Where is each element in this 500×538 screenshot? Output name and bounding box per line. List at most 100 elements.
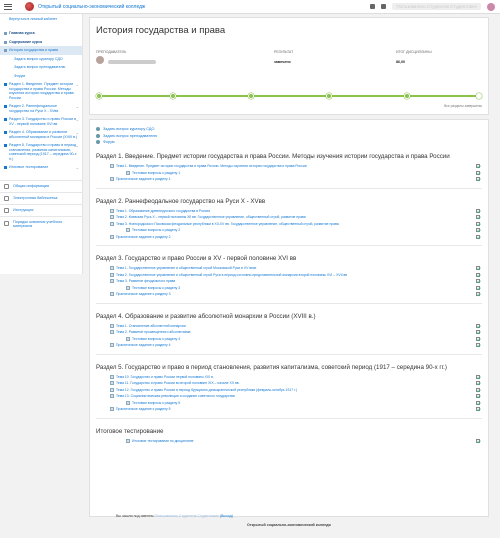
activity-link[interactable]: Тема 1. Образование древнерусского госуд…	[116, 209, 210, 213]
completion-checkbox[interactable]	[476, 215, 480, 220]
completion-checkbox[interactable]	[476, 438, 480, 443]
activity-link[interactable]: Тема 1. Введение. Предмет истории госуда…	[116, 164, 307, 168]
activity-link[interactable]: Тема 2. Развитие просвещенного абсолютиз…	[116, 330, 190, 334]
activity-link[interactable]: Практическое задание к разделу 1	[116, 177, 171, 181]
chevron-down-icon[interactable]: ⌄	[76, 117, 79, 122]
sidebar-item[interactable]: Раздел 1. Введение. Предмет истории госу…	[0, 80, 82, 102]
chevron-down-icon[interactable]: ⌄	[76, 82, 79, 87]
completion-checkbox[interactable]	[476, 170, 480, 175]
activity-link[interactable]: Тема 3. Новгородская и Псковская феодаль…	[116, 222, 339, 226]
activity-link[interactable]: Тестовые вопросы к разделу 5	[132, 401, 180, 405]
progress-node[interactable]	[476, 93, 482, 99]
sidebar-item[interactable]: Раздел 4. Образование и развитие абсолют…	[0, 128, 82, 141]
avatar[interactable]	[487, 2, 495, 11]
sidebar-item[interactable]: Задать вопрос куратору СДО	[0, 55, 82, 63]
chevron-down-icon[interactable]: ⌄	[76, 165, 79, 170]
activity-row[interactable]: Практическое задание к разделу 1	[96, 176, 482, 183]
activity-link[interactable]: Тема 3. Развитие феодального права	[116, 279, 175, 283]
activity-row[interactable]: Практическое задание к разделу 4	[96, 342, 482, 349]
sidebar-item[interactable]: Раздел 3. Государство и право России в X…	[0, 115, 82, 128]
section-bullet-icon	[4, 166, 7, 170]
sidebar-item[interactable]: Задать вопрос преподавателю	[0, 63, 82, 71]
activity-row[interactable]: Итоговое тестирование по дисциплине	[96, 438, 482, 445]
activity-row[interactable]: Практическое задание к разделу 5	[96, 406, 482, 413]
completion-checkbox[interactable]	[476, 394, 480, 399]
activity-link[interactable]: Практическое задание к разделу 2	[116, 235, 171, 239]
progress-node[interactable]	[404, 93, 410, 99]
quick-link[interactable]: Задать вопрос куратору СДО	[96, 127, 482, 131]
sidebar-item[interactable]: Форум	[0, 72, 82, 80]
activity-link[interactable]: Тема 1. Государственное управление и общ…	[116, 266, 256, 270]
activity-link[interactable]: Тема 2. Государственное управление и общ…	[116, 273, 347, 277]
chevron-down-icon[interactable]: ⌄	[76, 130, 79, 135]
sidebar-link[interactable]: Порядок освоения учебного материала	[0, 215, 82, 231]
activity-link[interactable]: Итоговое тестирование по дисциплине	[132, 439, 193, 443]
sidebar-item-label: Содержание курса	[9, 39, 43, 44]
sidebar-link[interactable]: Инструкция	[0, 203, 82, 216]
progress-node[interactable]	[248, 93, 254, 99]
messages-icon[interactable]	[381, 4, 387, 9]
progress-node[interactable]	[326, 93, 332, 99]
sidebar-item-label: История государства и права	[9, 48, 58, 53]
activity-link[interactable]: Тема 13. Социалистическая революция и со…	[116, 394, 235, 398]
activity-link[interactable]: Тестовые вопросы к разделу 4	[132, 337, 180, 341]
activity-link[interactable]: Тестовые вопросы к разделу 2	[132, 228, 180, 232]
sidebar-item[interactable]: Итоговое тестирование ⌄	[0, 163, 82, 171]
completion-checkbox[interactable]	[476, 164, 480, 169]
activity-row[interactable]: Практическое задание к разделу 2	[96, 234, 482, 241]
activity-link[interactable]: Практическое задание к разделу 5	[116, 407, 171, 411]
sidebar-item[interactable]: Главная курса	[0, 29, 82, 37]
chevron-down-icon[interactable]: ⌄	[76, 104, 79, 109]
back-link[interactable]: Вернуться в личный кабинет	[0, 14, 82, 23]
sidebar-link[interactable]: Общая информация	[0, 179, 82, 192]
info-icon	[4, 183, 9, 189]
college-logo[interactable]	[25, 2, 34, 11]
sidebar-item[interactable]: Раздел 2. Раннефеодальное государство на…	[0, 102, 82, 115]
completion-checkbox[interactable]	[476, 343, 480, 348]
progress-node[interactable]	[96, 93, 102, 99]
logout-link[interactable]: (Выход)	[220, 514, 233, 518]
notifications-icon[interactable]	[370, 4, 376, 9]
sidebar-item[interactable]: История государства и права	[0, 46, 82, 55]
activity-link[interactable]: Тема 12. Государство и право России в пе…	[116, 388, 297, 392]
completion-checkbox[interactable]	[476, 400, 480, 405]
brand-name[interactable]: Открытый социально-экономический колледж	[38, 4, 145, 10]
activity-link[interactable]: Тема 10. Государство и право России перв…	[116, 375, 214, 379]
completion-checkbox[interactable]	[476, 221, 480, 226]
activity-row[interactable]: Практическое задание к разделу 3	[96, 291, 482, 298]
menu-icon[interactable]	[4, 3, 12, 10]
completion-checkbox[interactable]	[476, 387, 480, 392]
completion-checkbox[interactable]	[476, 266, 480, 271]
logged-in-user[interactable]: Пользователь Студентов Студентович	[155, 514, 219, 518]
user-menu-name[interactable]: Пользователь Студентов Студентович	[392, 3, 481, 10]
completion-checkbox[interactable]	[476, 177, 480, 182]
chevron-down-icon[interactable]: ⌄	[76, 143, 79, 148]
completion-checkbox[interactable]	[476, 381, 480, 386]
sidebar-item[interactable]: Раздел 5. Государство и право в период с…	[0, 141, 82, 163]
completion-checkbox[interactable]	[476, 208, 480, 213]
completion-checkbox[interactable]	[476, 330, 480, 335]
activity-link[interactable]: Тема 11. Государство и право России во в…	[116, 381, 240, 385]
completion-checkbox[interactable]	[476, 336, 480, 341]
completion-checkbox[interactable]	[476, 279, 480, 284]
progress-node[interactable]	[170, 93, 176, 99]
completion-checkbox[interactable]	[476, 292, 480, 297]
activity-link[interactable]: Тема 1. Становление абсолютной монархии	[116, 324, 186, 328]
completion-checkbox[interactable]	[476, 234, 480, 239]
quick-link[interactable]: Задать вопрос преподавателю	[96, 133, 482, 138]
completion-checkbox[interactable]	[476, 374, 480, 379]
completion-checkbox[interactable]	[476, 323, 480, 328]
sidebar-link[interactable]: Электронная библиотека	[0, 191, 82, 204]
completion-checkbox[interactable]	[476, 407, 480, 412]
completion-checkbox[interactable]	[476, 272, 480, 277]
completion-checkbox[interactable]	[476, 228, 480, 233]
quick-link[interactable]: Форум	[96, 140, 482, 144]
activity-link[interactable]: Тестовые вопросы к разделу 1	[132, 171, 180, 175]
activity-link[interactable]: Тестовые вопросы к разделу 3	[132, 286, 180, 290]
activity-link[interactable]: Тема 2. Киевская Русь X – первой половин…	[116, 215, 306, 219]
completion-checkbox[interactable]	[476, 285, 480, 290]
sidebar-item[interactable]: Содержание курса	[0, 38, 82, 46]
activity-link[interactable]: Практическое задание к разделу 4	[116, 343, 171, 347]
activity-link[interactable]: Практическое задание к разделу 3	[116, 292, 171, 296]
teacher-name[interactable]	[108, 60, 156, 64]
